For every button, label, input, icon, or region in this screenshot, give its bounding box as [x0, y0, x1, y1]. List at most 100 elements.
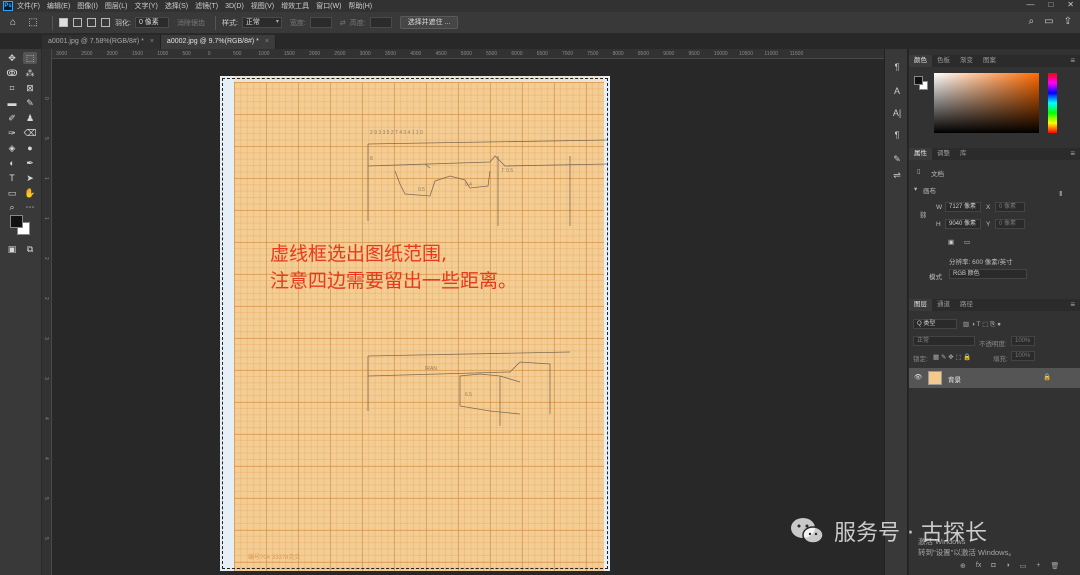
- menu-file[interactable]: 文件(F): [17, 1, 40, 11]
- tab-a0001[interactable]: a0001.jpg @ 7.58%(RGB/8#) * ×: [42, 35, 161, 49]
- height-field[interactable]: 9040 像素: [945, 219, 981, 229]
- tab-gradient[interactable]: 渐变: [955, 55, 978, 67]
- home-icon[interactable]: ⌂: [6, 16, 20, 30]
- panel-menu-icon[interactable]: ≡: [1070, 299, 1075, 311]
- y-field[interactable]: 0 像素: [995, 219, 1025, 229]
- layer-filter-icons[interactable]: ▨ ◑ T ⬚ ⎘ ●: [963, 320, 1001, 329]
- foreground-color-swatch[interactable]: [10, 215, 23, 228]
- brush-tool-icon[interactable]: ✐: [5, 112, 19, 124]
- tab-paths[interactable]: 路径: [955, 299, 978, 311]
- close-tab-icon[interactable]: ×: [150, 38, 154, 45]
- width-input[interactable]: [309, 17, 332, 28]
- quick-mask-icon[interactable]: ▣: [5, 243, 19, 255]
- path-select-tool-icon[interactable]: ➤: [23, 172, 37, 184]
- ruler-tool-icon[interactable]: ✎: [23, 97, 37, 109]
- close-tab-icon[interactable]: ×: [265, 38, 269, 45]
- eraser-tool-icon[interactable]: ⌫: [23, 127, 37, 139]
- menu-help[interactable]: 帮助(H): [348, 1, 372, 11]
- new-selection-icon[interactable]: [59, 18, 68, 27]
- new-layer-icon[interactable]: +: [1036, 562, 1040, 570]
- lasso-tool-icon[interactable]: ↂ: [5, 67, 19, 79]
- lock-icons[interactable]: ▦ ✎ ✥ ⬚ 🔒: [933, 353, 972, 361]
- panel-menu-icon[interactable]: ≡: [1070, 55, 1075, 67]
- x-field[interactable]: 0 像素: [995, 202, 1025, 212]
- visibility-eye-icon[interactable]: 👁: [914, 373, 922, 381]
- horizontal-ruler[interactable]: 3000 2500 2000 1500 1000 500 0 500 1000 1500 2000 2…: [52, 49, 887, 59]
- screen-mode-icon[interactable]: ⧉: [23, 243, 37, 255]
- tab-swatches[interactable]: 色板: [932, 55, 955, 67]
- color-picker-field[interactable]: [934, 73, 1039, 133]
- layer-row-background[interactable]: 👁 背景 🔒: [909, 368, 1080, 388]
- maximize-button[interactable]: □: [1048, 0, 1053, 9]
- magic-wand-tool-icon[interactable]: ⁂: [23, 67, 37, 79]
- delete-layer-icon[interactable]: 🗑: [1051, 562, 1060, 570]
- portrait-icon[interactable]: ▣: [948, 238, 954, 246]
- fx-icon[interactable]: fx: [976, 562, 981, 570]
- blur-tool-icon[interactable]: ●: [23, 142, 37, 154]
- pen-tool-icon[interactable]: ✒: [23, 157, 37, 169]
- move-tool-icon[interactable]: ✥: [5, 52, 19, 64]
- adjustment-layer-icon[interactable]: ◑: [1006, 562, 1010, 570]
- shape-tool-icon[interactable]: ▭: [5, 187, 19, 199]
- glyphs-icon[interactable]: A|: [891, 107, 903, 119]
- bucket-tool-icon[interactable]: ◈: [5, 142, 19, 154]
- link-layers-icon[interactable]: ⊕: [960, 562, 966, 570]
- history-brush-tool-icon[interactable]: ✑: [5, 127, 19, 139]
- style-select[interactable]: 正常: [241, 17, 282, 28]
- close-window-button[interactable]: ✕: [1067, 0, 1074, 9]
- add-selection-icon[interactable]: [73, 18, 82, 27]
- tab-layers[interactable]: 图层: [909, 299, 932, 311]
- paragraph-style-icon[interactable]: ¶: [891, 129, 903, 141]
- tab-properties[interactable]: 属性: [909, 148, 932, 160]
- fill-input[interactable]: 100%: [1011, 351, 1035, 361]
- adjust-icon[interactable]: ⇌: [891, 169, 903, 181]
- menu-image[interactable]: 图像(I): [77, 1, 98, 11]
- search-icon[interactable]: ⌕: [1029, 16, 1035, 27]
- tab-adjustments[interactable]: 调整: [932, 148, 955, 160]
- height-input[interactable]: [369, 17, 392, 28]
- zoom-tool-icon[interactable]: ⌕: [5, 201, 19, 213]
- menu-window[interactable]: 窗口(W): [316, 1, 341, 11]
- lock-icon[interactable]: 🔒: [1043, 373, 1051, 381]
- frame-tool-icon[interactable]: ⊠: [23, 82, 37, 94]
- menu-edit[interactable]: 编辑(E): [47, 1, 70, 11]
- menu-plugins[interactable]: 增效工具: [281, 1, 309, 11]
- marquee-selection[interactable]: [222, 78, 608, 569]
- brush-settings-icon[interactable]: ✎: [891, 153, 903, 165]
- intersect-selection-icon[interactable]: [101, 18, 110, 27]
- antialias-checkbox[interactable]: 消除锯齿: [177, 18, 205, 28]
- foreground-mini-swatch[interactable]: [914, 76, 923, 85]
- marquee-preset-icon[interactable]: ⬚: [26, 16, 40, 30]
- workspace-icon[interactable]: ▭: [1044, 16, 1053, 27]
- rect-marquee-tool-icon[interactable]: ⬚: [23, 52, 37, 64]
- character-style-icon[interactable]: A: [891, 85, 903, 97]
- minimize-button[interactable]: —: [1026, 0, 1034, 9]
- document-canvas[interactable]: 2 9 3 3 5 2 7 4 3 4 1 1 0 8 0.5 0.4 Γ 0.…: [220, 76, 610, 571]
- link-icon[interactable]: ⛓: [919, 211, 927, 219]
- subtract-selection-icon[interactable]: [87, 18, 96, 27]
- width-field[interactable]: 7127 像素: [945, 202, 981, 212]
- tab-color[interactable]: 颜色: [909, 55, 932, 67]
- menu-view[interactable]: 视图(V): [251, 1, 274, 11]
- eyedropper-tool-icon[interactable]: ▬: [5, 97, 19, 109]
- paragraph-icon[interactable]: ¶: [891, 61, 903, 73]
- swap-icon[interactable]: ⇄: [340, 19, 346, 27]
- canvas-area[interactable]: 2 9 3 3 5 2 7 4 3 4 1 1 0 8 0.5 0.4 Γ 0.…: [52, 60, 887, 575]
- share-icon[interactable]: ⇪: [1064, 16, 1072, 27]
- blend-mode-select[interactable]: 正常: [913, 336, 975, 346]
- menu-3d[interactable]: 3D(D): [225, 3, 244, 10]
- chevron-down-icon[interactable]: ▾: [914, 185, 917, 193]
- layer-name[interactable]: 背景: [948, 374, 961, 384]
- tab-libraries[interactable]: 库: [955, 148, 972, 160]
- tab-pattern[interactable]: 图案: [978, 55, 1001, 67]
- scroll-indicator[interactable]: ▮: [1059, 189, 1063, 197]
- tab-a0002[interactable]: a0002.jpg @ 9.7%(RGB/8#) * ×: [160, 35, 276, 49]
- mode-select[interactable]: RGB 颜色: [949, 269, 1027, 279]
- feather-input[interactable]: 0 像素: [134, 17, 169, 28]
- stamp-tool-icon[interactable]: ♟: [23, 112, 37, 124]
- menu-select[interactable]: 选择(S): [165, 1, 188, 11]
- landscape-icon[interactable]: ▭: [964, 238, 970, 246]
- group-icon[interactable]: ▭: [1020, 562, 1027, 570]
- menu-layer[interactable]: 图层(L): [105, 1, 128, 11]
- dodge-tool-icon[interactable]: ◐: [5, 157, 19, 169]
